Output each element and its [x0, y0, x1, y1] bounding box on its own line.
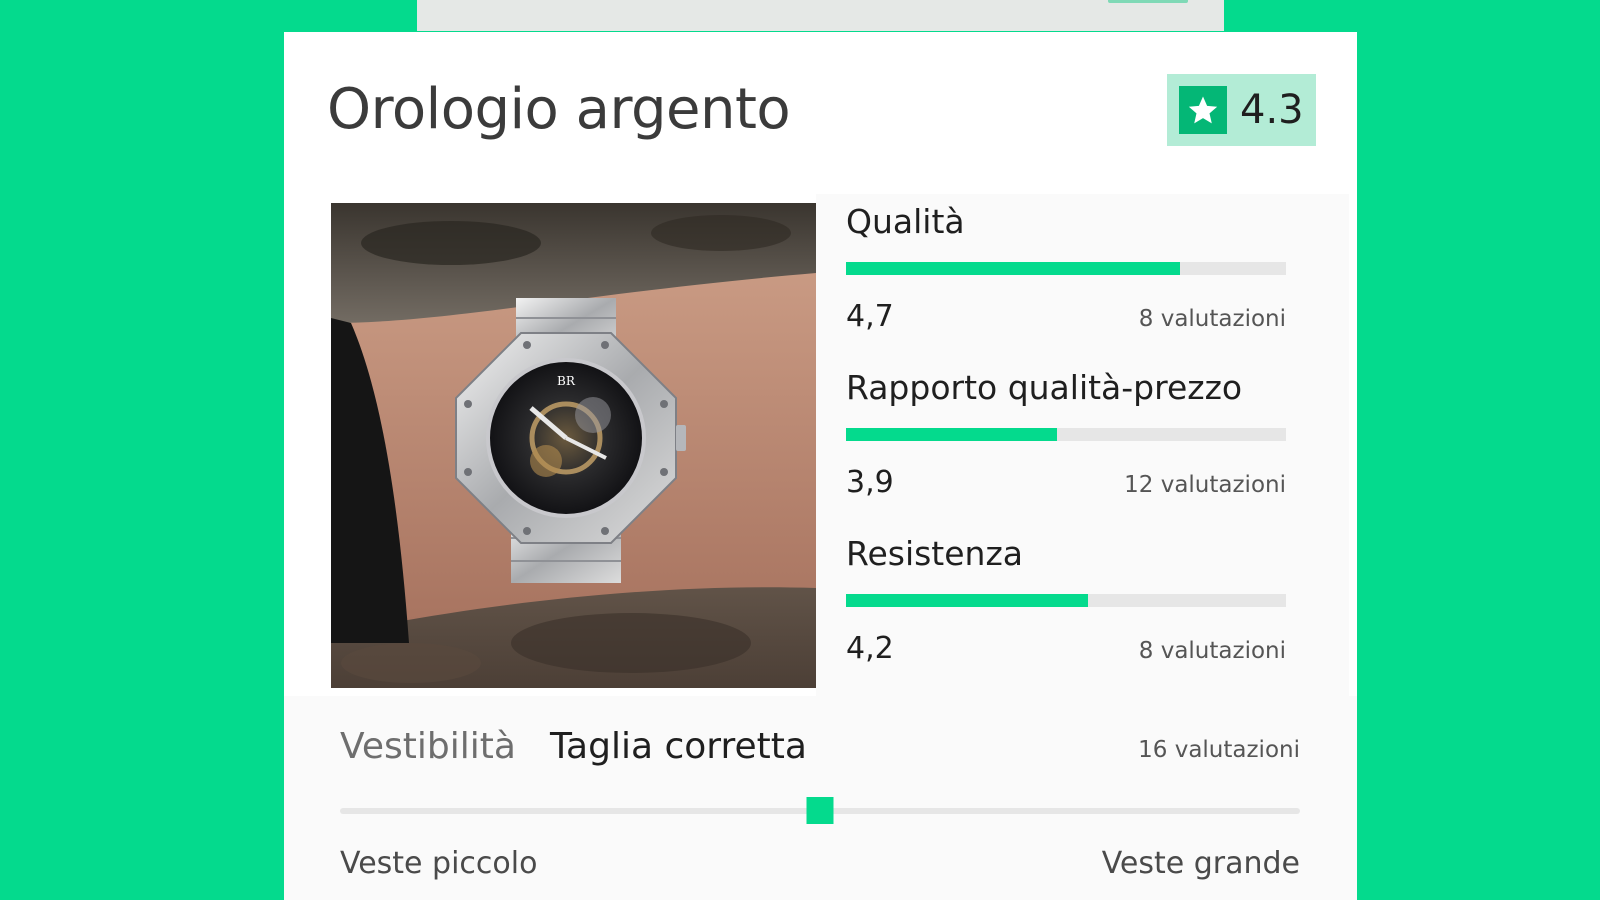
metric-name: Resistenza — [846, 534, 1024, 573]
metric-count: 12 valutazioni — [1124, 472, 1286, 498]
metric-score: 3,9 — [846, 465, 894, 500]
fit-high-label: Veste grande — [1101, 846, 1300, 881]
product-title: Orologio argento — [327, 77, 791, 142]
fit-label: Vestibilità — [340, 726, 516, 767]
product-photo: BR — [331, 203, 816, 688]
overall-rating-badge: 4.3 — [1167, 74, 1316, 146]
fit-value: Taglia corretta — [550, 726, 807, 767]
metric-score: 4,2 — [846, 631, 894, 666]
fit-panel: Vestibilità Taglia corretta 16 valutazio… — [284, 696, 1357, 900]
metric-bar-fill — [846, 262, 1181, 275]
metrics-panel: Qualità 4,7 8 valutazioni Rapporto quali… — [816, 194, 1349, 696]
metric-bar-track — [846, 428, 1286, 441]
metric-bar-track — [846, 262, 1286, 275]
svg-text:BR: BR — [557, 374, 576, 388]
metric-bar-fill — [846, 594, 1088, 607]
metric-name: Qualità — [846, 202, 965, 241]
product-review-card: Orologio argento 4.3 BR Qualità 4,7 8 va… — [284, 32, 1357, 900]
fit-scale-track — [340, 797, 1300, 824]
top-card-accent — [1108, 0, 1188, 3]
metric-bar-fill — [846, 428, 1058, 441]
fit-scale-marker — [806, 797, 834, 824]
metric-name: Rapporto qualità-prezzo — [846, 368, 1243, 407]
metric-count: 8 valutazioni — [1138, 638, 1286, 664]
overall-rating-value: 4.3 — [1240, 87, 1304, 133]
star-icon — [1179, 86, 1227, 134]
fit-count: 16 valutazioni — [1138, 737, 1300, 763]
top-card-edge — [417, 0, 1224, 31]
metric-bar-track — [846, 594, 1286, 607]
metric-durability: Resistenza 4,2 8 valutazioni — [846, 534, 1286, 666]
metric-quality: Qualità 4,7 8 valutazioni — [846, 202, 1286, 334]
metric-value-for-money: Rapporto qualità-prezzo 3,9 12 valutazio… — [846, 368, 1286, 500]
fit-low-label: Veste piccolo — [340, 846, 538, 881]
metric-score: 4,7 — [846, 299, 894, 334]
metric-count: 8 valutazioni — [1138, 306, 1286, 332]
